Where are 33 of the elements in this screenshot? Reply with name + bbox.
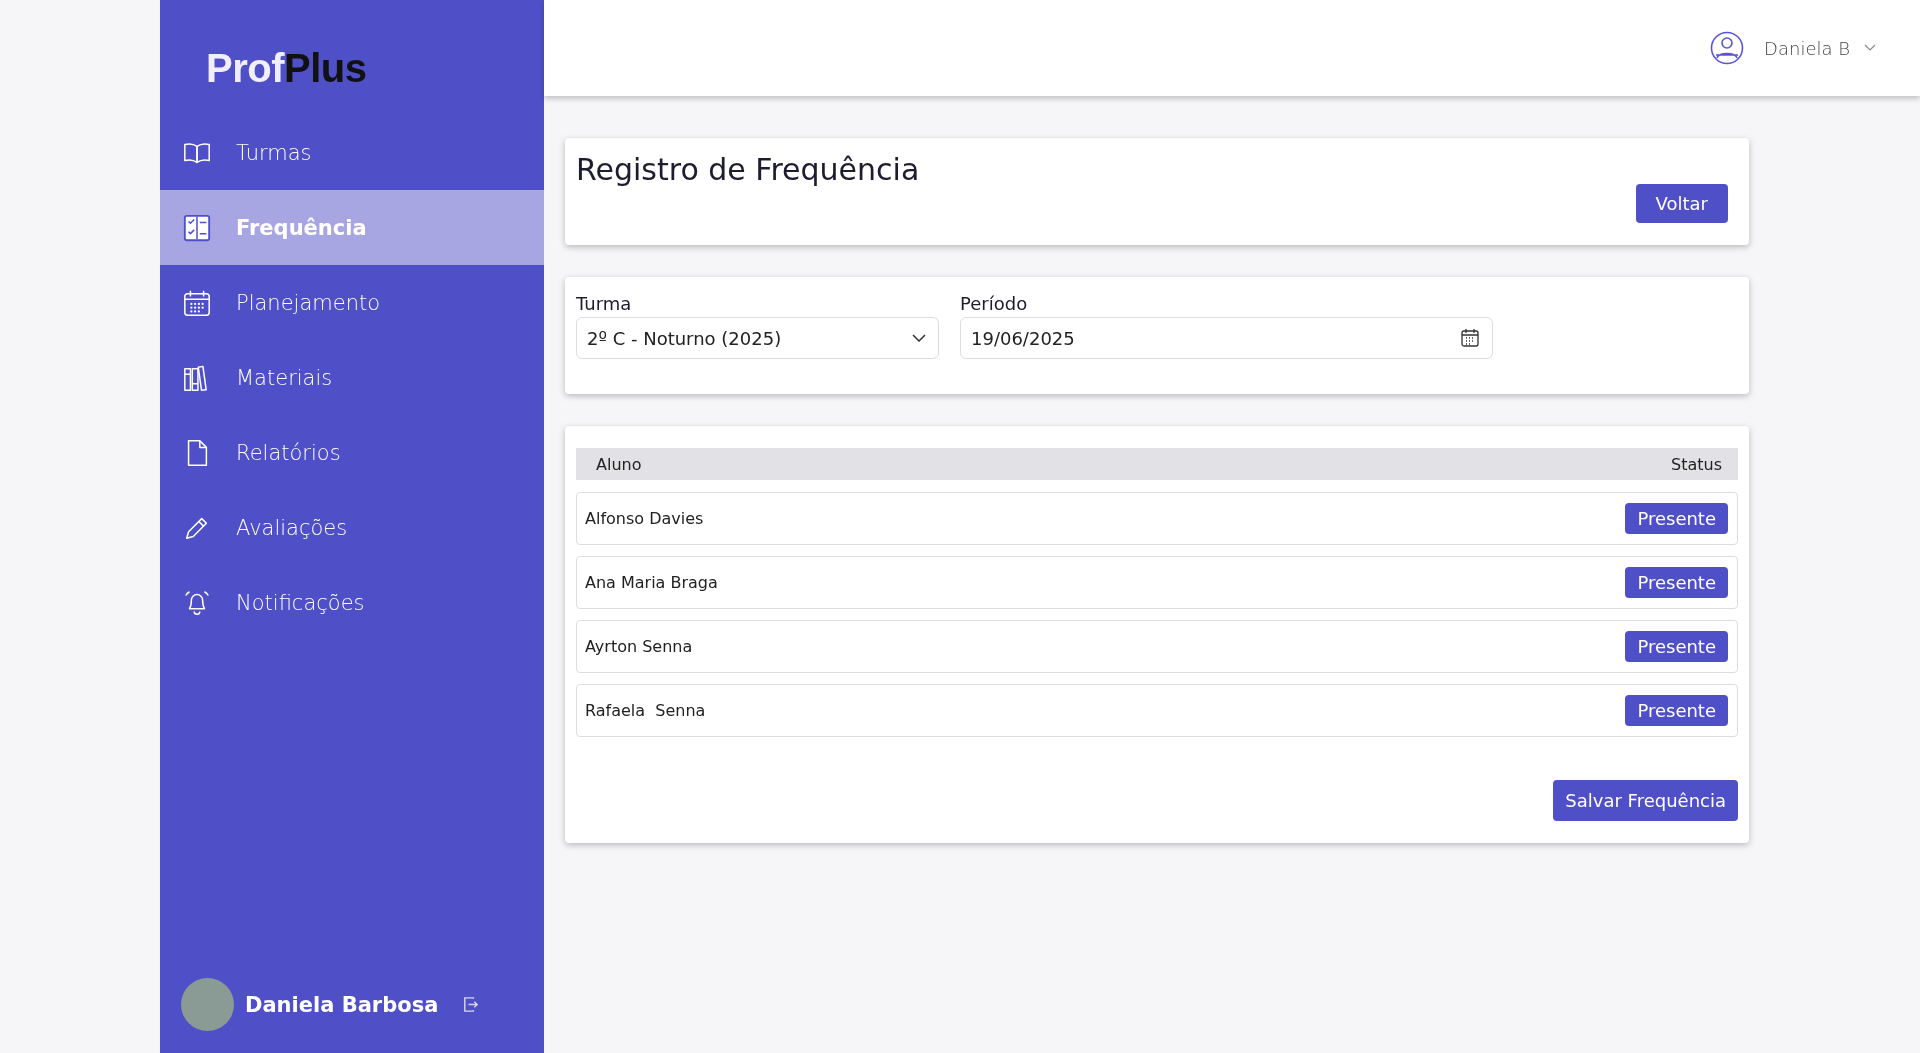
logout-icon[interactable]	[461, 995, 481, 1014]
chevron-down-icon[interactable]	[1864, 44, 1876, 52]
sidebar-item[interactable]: Materiais	[160, 340, 544, 415]
column-header: Aluno	[596, 454, 642, 474]
student-name: Ana Maria Braga	[585, 573, 718, 592]
student-name: Ayrton Senna	[585, 637, 693, 656]
column-header: Status	[1671, 454, 1722, 474]
field-label: Turma	[576, 293, 633, 314]
app-logo: ProfPlus	[205, 45, 367, 92]
status-button[interactable]: Presente	[1625, 695, 1728, 726]
calendar-icon[interactable]	[1460, 328, 1480, 348]
class-select[interactable]: 2º C - Noturno (2025)	[576, 317, 939, 359]
sidebar-item[interactable]: Avaliações	[160, 490, 544, 565]
checklist-icon	[182, 212, 212, 243]
sidebar-item[interactable]: Turmas	[160, 115, 544, 190]
field-label: Período	[960, 293, 1029, 314]
back-button[interactable]: Voltar	[1635, 184, 1728, 223]
sidebar-item[interactable]: Notificações	[160, 565, 544, 640]
user-icon[interactable]	[1710, 31, 1745, 65]
page-title: Registro de Frequência	[576, 152, 920, 189]
student-name: Alfonso Davies	[585, 509, 704, 528]
user-name: Daniela Barbosa	[245, 992, 439, 1017]
save-button[interactable]: Salvar Frequência	[1553, 780, 1738, 821]
status-button[interactable]: Presente	[1625, 631, 1728, 662]
header-user-name[interactable]: Daniela B	[1764, 37, 1850, 59]
sidebar-item[interactable]: Planejamento	[160, 265, 544, 340]
status-button[interactable]: Presente	[1625, 567, 1728, 598]
sidebar-item[interactable]: Relatórios	[160, 415, 544, 490]
avatar-photo-placeholder	[181, 978, 234, 1031]
date-field[interactable]: 19/06/2025	[960, 317, 1493, 359]
chevron-down-icon	[912, 334, 926, 342]
student-name: Rafaela Senna	[585, 701, 706, 720]
status-button[interactable]: Presente	[1625, 503, 1728, 534]
